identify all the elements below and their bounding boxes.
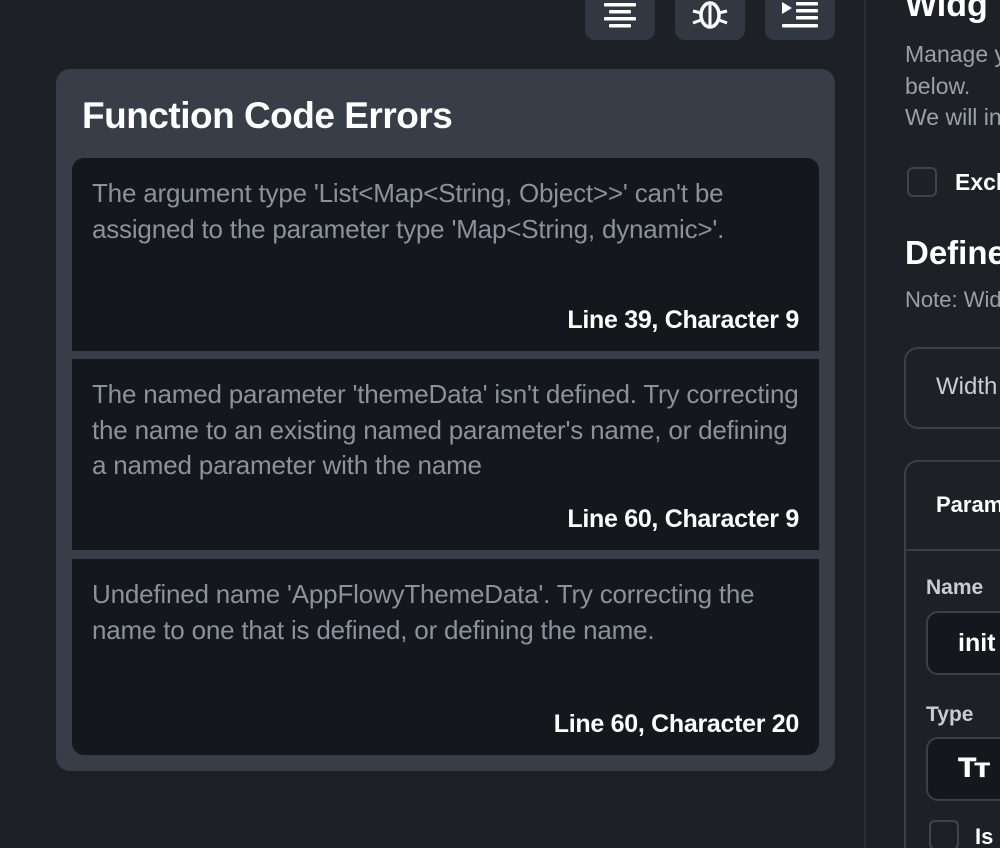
width-field[interactable]: Width (904, 347, 1000, 429)
text-type-icon: Tт (958, 753, 990, 784)
debug-button[interactable] (675, 0, 745, 40)
error-location: Line 60, Character 20 (553, 710, 800, 738)
error-item[interactable]: The named parameter 'themeData' isn't de… (72, 359, 819, 550)
name-value: init (958, 629, 996, 657)
format-align-icon (602, 1, 638, 29)
parameters-header: Param (936, 492, 1000, 517)
description-line: Manage y (905, 41, 1000, 67)
app-root: Function Code Errors The argument type '… (0, 0, 1000, 848)
function-code-errors-panel: Function Code Errors The argument type '… (56, 69, 835, 771)
description-line: below. (905, 72, 971, 99)
exclude-checkbox[interactable] (907, 167, 937, 197)
error-message: The argument type 'List<Map<String, Obje… (92, 178, 725, 244)
type-select[interactable]: Tт (926, 737, 1000, 801)
panel-title: Function Code Errors (82, 95, 453, 136)
is-list-checkbox[interactable] (929, 820, 959, 848)
is-label: Is (975, 824, 994, 848)
error-location: Line 39, Character 9 (567, 306, 799, 334)
error-item[interactable]: The argument type 'List<Map<String, Obje… (72, 158, 819, 351)
exclude-label: Excl (955, 169, 1000, 195)
parameters-separator (906, 549, 1000, 551)
define-note: Note: Wid (905, 287, 1000, 312)
indent-list-icon (780, 0, 820, 30)
width-label: Width (936, 373, 998, 400)
indent-button[interactable] (765, 0, 835, 40)
error-location: Line 60, Character 9 (567, 505, 799, 533)
error-message: The named parameter 'themeData' isn't de… (92, 379, 799, 480)
name-input[interactable]: init (926, 611, 1000, 675)
error-message: Undefined name 'AppFlowyThemeData'. Try … (92, 579, 755, 645)
name-label: Name (926, 576, 984, 599)
error-item[interactable]: Undefined name 'AppFlowyThemeData'. Try … (72, 559, 819, 755)
widget-settings-title: Widg (905, 0, 988, 24)
type-label: Type (926, 703, 974, 726)
format-align-button[interactable] (585, 0, 655, 40)
description-line: We will in (905, 104, 1000, 130)
panel-divider (864, 0, 866, 848)
bug-icon (690, 0, 730, 33)
widget-description: Manage y below. We will in (905, 39, 1000, 134)
define-parameters-title: Define (905, 234, 1000, 271)
